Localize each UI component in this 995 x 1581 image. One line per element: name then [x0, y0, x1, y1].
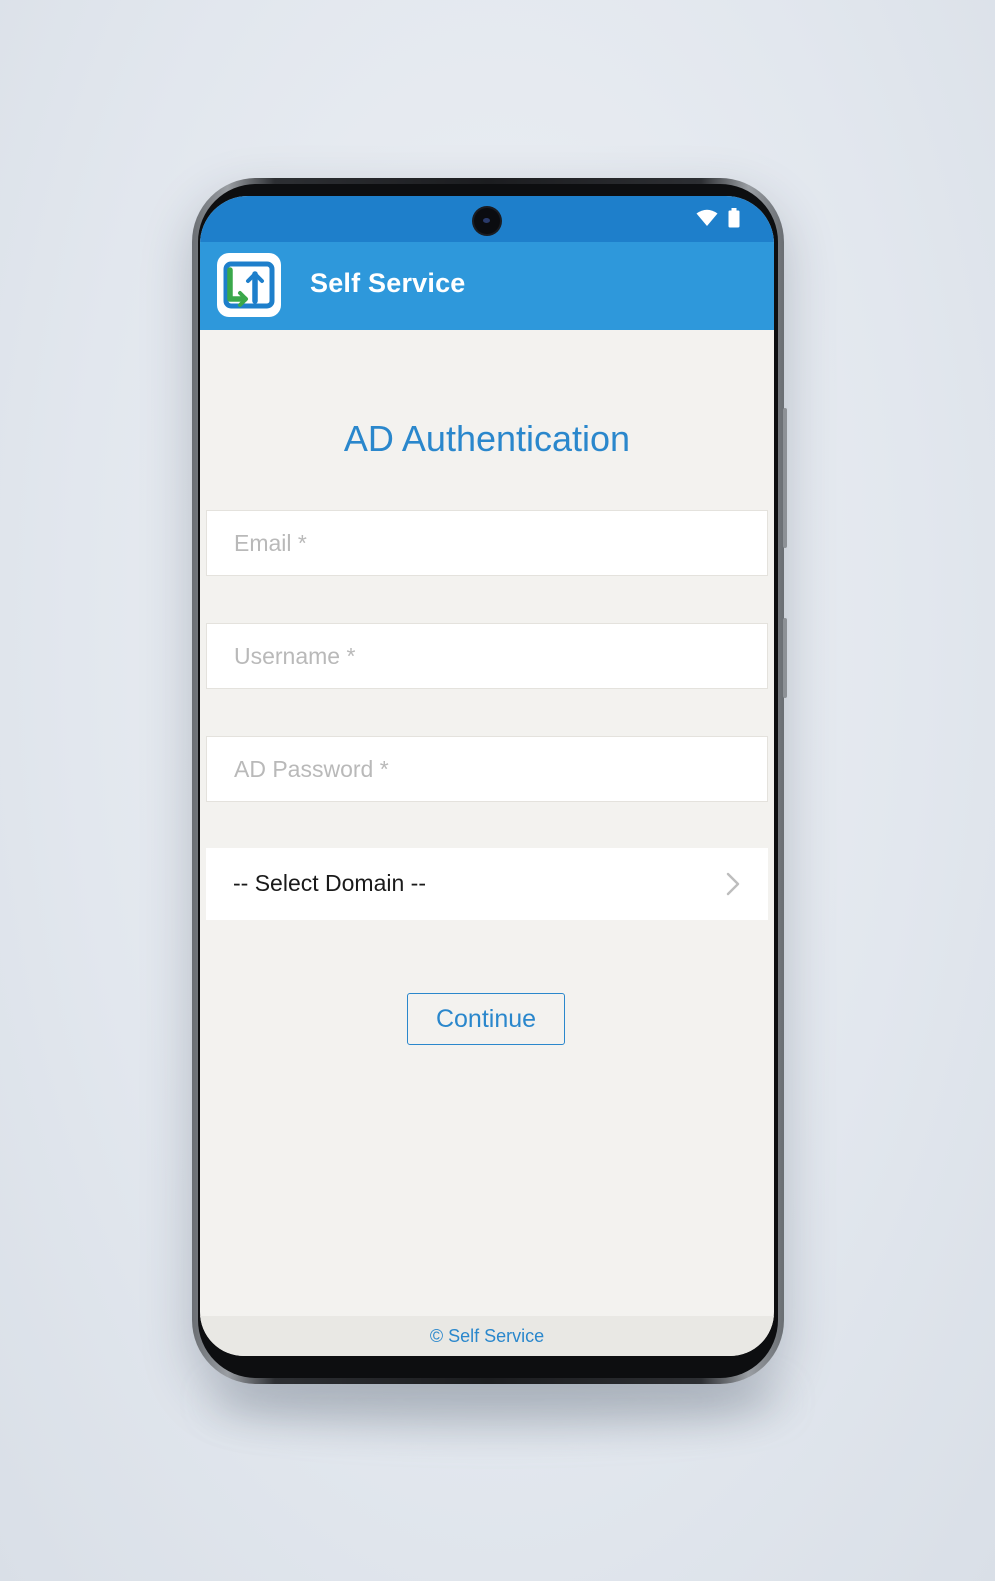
- app-bar: Self Service: [200, 242, 774, 330]
- chevron-right-icon: [726, 872, 740, 896]
- domain-select-value: -- Select Domain --: [233, 870, 426, 896]
- status-bar: [200, 196, 774, 242]
- continue-button[interactable]: Continue: [407, 993, 565, 1045]
- phone-screen: Self Service AD Authentication -- Select…: [200, 196, 774, 1356]
- password-field-container: [206, 736, 768, 802]
- email-field-container: [206, 510, 768, 576]
- email-field[interactable]: [207, 511, 767, 575]
- power-button: [783, 618, 787, 698]
- page-title: AD Authentication: [343, 418, 631, 459]
- domain-select[interactable]: -- Select Domain --: [206, 848, 768, 920]
- wifi-icon: [696, 209, 718, 226]
- volume-button: [783, 408, 787, 548]
- battery-icon: [728, 208, 740, 228]
- username-field[interactable]: [207, 624, 767, 688]
- password-field[interactable]: [207, 737, 767, 801]
- username-field-container: [206, 623, 768, 689]
- app-title: Self Service: [310, 268, 466, 298]
- footer-copyright: © Self Service: [429, 1326, 545, 1346]
- self-service-logo-icon: [217, 253, 281, 317]
- front-camera: [474, 208, 500, 234]
- status-icons: [696, 208, 740, 228]
